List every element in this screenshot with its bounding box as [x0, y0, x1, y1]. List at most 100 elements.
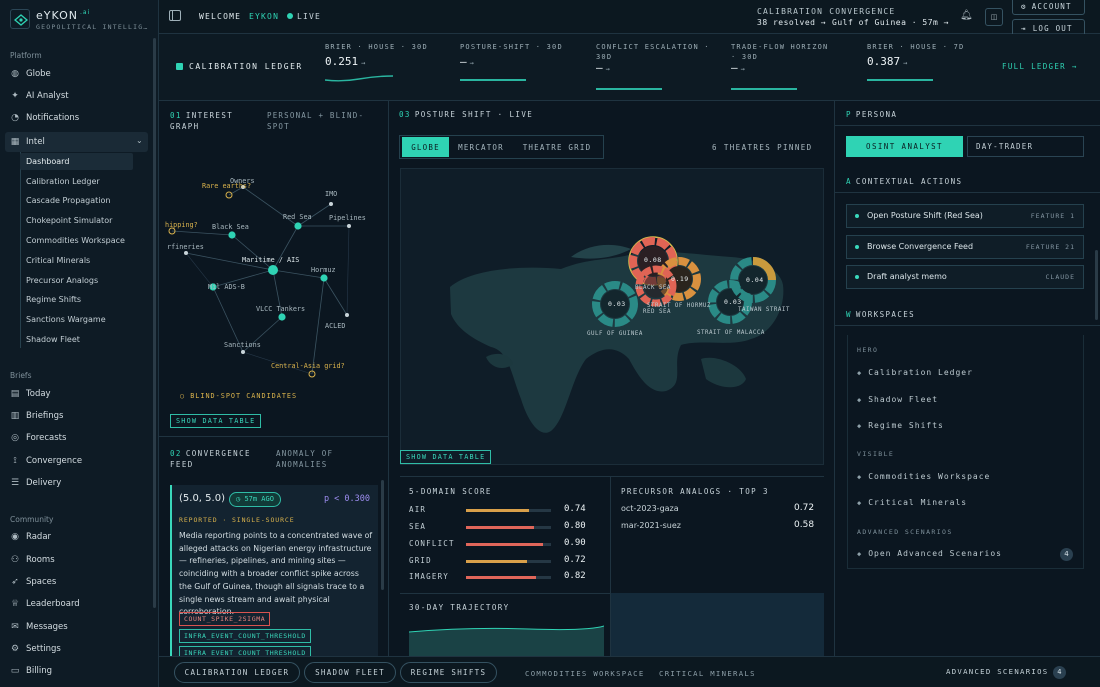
feed-scrollbar[interactable]	[381, 480, 384, 590]
tag-infra-threshold[interactable]: INFRA_EVENT_COUNT_THRESHOLD	[179, 629, 311, 643]
quick-advanced-scenarios[interactable]: ADVANCED SCENARIOS 4	[946, 666, 1067, 679]
sidebar-item-notifications[interactable]: ◔ Notifications	[10, 109, 150, 127]
quick-regime-shifts[interactable]: REGIME SHIFTS	[400, 662, 497, 683]
grid-toggle-icon[interactable]: ◫	[985, 8, 1003, 26]
theatre-value: 0.19	[671, 275, 689, 283]
tab-globe[interactable]: GLOBE	[402, 137, 449, 157]
workspace-open-advanced[interactable]: ◆ Open Advanced Scenarios	[857, 549, 1002, 558]
interest-show-data-table-button[interactable]: SHOW DATA TABLE	[170, 414, 262, 428]
posture-map[interactable]: 0.03 0.08 0.19 0.03 0.04 GULF OF GUINEA …	[400, 168, 824, 465]
action-open-posture-shift[interactable]: Open Posture Shift (Red Sea) FEATURE 1	[846, 204, 1084, 228]
tag-count-spike[interactable]: COUNT_SPIKE_2SIGMA	[179, 612, 271, 626]
action-browse-convergence[interactable]: Browse Convergence Feed FEATURE 21	[846, 235, 1084, 259]
rocket-icon: ➶	[11, 577, 19, 587]
workspace-commodities[interactable]: ◆ Commodities Workspace	[857, 472, 990, 481]
sidebar-item-billing[interactable]: ▭ Billing	[10, 662, 150, 680]
posture-show-data-table-button[interactable]: SHOW DATA TABLE	[400, 450, 492, 464]
node-pipelines[interactable]: Pipelines	[329, 214, 366, 222]
score-fill	[466, 576, 536, 579]
sidebar-sub-shadow-fleet[interactable]: Shadow Fleet	[20, 331, 133, 348]
score-row-sea: SEA 0.80	[409, 521, 586, 531]
sidebar-sub-calibration-ledger[interactable]: Calibration Ledger	[20, 173, 133, 190]
score-fill	[466, 526, 534, 529]
theatre-value: 0.03	[724, 298, 742, 306]
sidebar-item-globe[interactable]: ◍ Globe	[10, 65, 150, 83]
advanced-count-badge: 4	[1060, 548, 1073, 561]
sidebar-sub-critical-minerals[interactable]: Critical Minerals	[20, 252, 133, 269]
persona-scrollbar[interactable]	[1095, 250, 1098, 320]
sidebar-sub-regime-shifts[interactable]: Regime Shifts	[20, 291, 133, 308]
quick-critical-minerals[interactable]: CRITICAL MINERALS	[659, 669, 756, 678]
chevron-down-icon[interactable]: ⌄	[136, 136, 143, 145]
sidebar-item-radar[interactable]: ◉ Radar	[10, 528, 150, 546]
workspace-regime-shifts[interactable]: ◆ Regime Shifts	[857, 421, 944, 430]
metric-brier-7d[interactable]: BRIER · HOUSE · 7D 0.387 →	[867, 42, 964, 81]
full-ledger-link[interactable]: FULL LEDGER →	[1002, 62, 1078, 71]
calibration-resolved-link[interactable]: 38 resolved →	[757, 18, 826, 27]
sidebar-item-rooms[interactable]: ⚇ Rooms	[10, 551, 150, 569]
sidebar-sub-cascade-propagation[interactable]: Cascade Propagation	[20, 192, 133, 209]
metric-brier-30d[interactable]: BRIER · HOUSE · 30D 0.251 →	[325, 42, 428, 82]
sidebar-item-today[interactable]: ▤ Today	[10, 385, 150, 403]
node-shipping[interactable]: hipping?	[165, 221, 198, 229]
node-sanctions[interactable]: Sanctions	[224, 341, 261, 349]
node-mil-ads-b[interactable]: Mil ADS-B	[208, 283, 245, 291]
node-refineries[interactable]: rfineries	[167, 243, 204, 251]
sidebar-item-forecasts[interactable]: ◎ Forecasts	[10, 429, 150, 447]
sidebar-item-convergence[interactable]: ⟟ Convergence	[10, 452, 150, 470]
quick-calibration-ledger[interactable]: CALIBRATION LEDGER	[174, 662, 300, 683]
live-dot-icon	[287, 13, 293, 19]
sidebar-sub-dashboard[interactable]: Dashboard	[20, 153, 133, 170]
sidebar-item-spaces[interactable]: ➶ Spaces	[10, 573, 150, 591]
node-acled[interactable]: ACLED	[325, 322, 345, 330]
sidebar-sub-commodities-workspace[interactable]: Commodities Workspace	[20, 232, 133, 249]
quick-commodities-workspace[interactable]: COMMODITIES WORKSPACE	[525, 669, 645, 678]
node-red-sea[interactable]: Red Sea	[283, 213, 312, 221]
account-button[interactable]: ⚙ ACCOUNT	[1012, 0, 1085, 15]
sidebar-item-delivery[interactable]: ☰ Delivery	[10, 474, 150, 492]
sidebar-toggle-icon[interactable]	[169, 10, 181, 21]
sidebar-item-ai-analyst[interactable]: ✦ AI Analyst	[10, 87, 150, 105]
bell-icon[interactable]: 🔔︎	[960, 10, 973, 21]
workspace-group-visible: VISIBLE	[857, 450, 895, 458]
card-age-badge: ◷ 57m AGO	[229, 492, 281, 507]
card-icon: ▭	[10, 666, 20, 676]
node-black-sea[interactable]: Black Sea	[212, 223, 249, 231]
persona-day-trader[interactable]: DAY-TRADER	[967, 136, 1084, 157]
workspace-calibration-ledger[interactable]: ◆ Calibration Ledger	[857, 368, 973, 377]
analog-value: 0.72	[794, 503, 815, 513]
sidebar-intel-label[interactable]: ▦ Intel	[10, 133, 150, 151]
sidebar-scrollbar[interactable]	[153, 38, 156, 608]
sidebar-sub-precursor-analogs[interactable]: Precursor Analogs	[20, 272, 133, 289]
node-hormuz[interactable]: Hormuz	[311, 266, 336, 274]
analog-value: 0.58	[794, 520, 815, 530]
metric-trade-flow-horizon[interactable]: TRADE-FLOW HORIZON · 30D — →	[731, 42, 835, 90]
gear-icon: ⚙	[10, 644, 20, 654]
tab-theatre-grid[interactable]: THEATRE GRID	[514, 137, 600, 157]
node-maritime-ais[interactable]: Maritime / AIS	[242, 256, 299, 264]
node-central-asia-grid[interactable]: Central-Asia grid?	[271, 362, 345, 370]
document-icon: ▥	[10, 411, 20, 421]
convergence-region-link[interactable]: Gulf of Guinea · 57m →	[832, 18, 949, 27]
sidebar-sub-chokepoint-simulator[interactable]: Chokepoint Simulator	[20, 212, 133, 229]
tab-mercator[interactable]: MERCATOR	[452, 137, 510, 157]
sidebar-sub-sanctions-wargame[interactable]: Sanctions Wargame	[20, 311, 133, 328]
sidebar-item-messages[interactable]: ✉ Messages	[10, 618, 150, 636]
node-imo[interactable]: IMO	[325, 190, 337, 198]
metric-posture-shift[interactable]: POSTURE-SHIFT · 30D — →	[460, 42, 563, 81]
node-owners[interactable]: Owners	[230, 177, 255, 185]
node-vlcc-tankers[interactable]: VLCC Tankers	[256, 305, 305, 313]
workspace-shadow-fleet[interactable]: ◆ Shadow Fleet	[857, 395, 938, 404]
action-draft-memo[interactable]: Draft analyst memo CLAUDE	[846, 265, 1084, 289]
analog-name[interactable]: mar-2021-suez	[621, 521, 681, 530]
workspace-critical-minerals[interactable]: ◆ Critical Minerals	[857, 498, 967, 507]
sidebar-item-settings[interactable]: ⚙ Settings	[10, 640, 150, 658]
convergence-card[interactable]: (5.0, 5.0) ◷ 57m AGO p < 0.300 REPORTED …	[170, 485, 378, 660]
sidebar-item-briefings[interactable]: ▥ Briefings	[10, 407, 150, 425]
analog-name[interactable]: oct-2023-gaza	[621, 504, 679, 513]
sidebar-item-leaderboard[interactable]: ♕ Leaderboard	[10, 595, 150, 613]
persona-osint-analyst[interactable]: OSINT ANALYST	[846, 136, 963, 157]
metric-conflict-escalation[interactable]: CONFLICT ESCALATION · 30D — →	[596, 42, 714, 90]
calibration-convergence-label: CALIBRATION CONVERGENCE	[757, 7, 896, 16]
quick-shadow-fleet[interactable]: SHADOW FLEET	[304, 662, 396, 683]
